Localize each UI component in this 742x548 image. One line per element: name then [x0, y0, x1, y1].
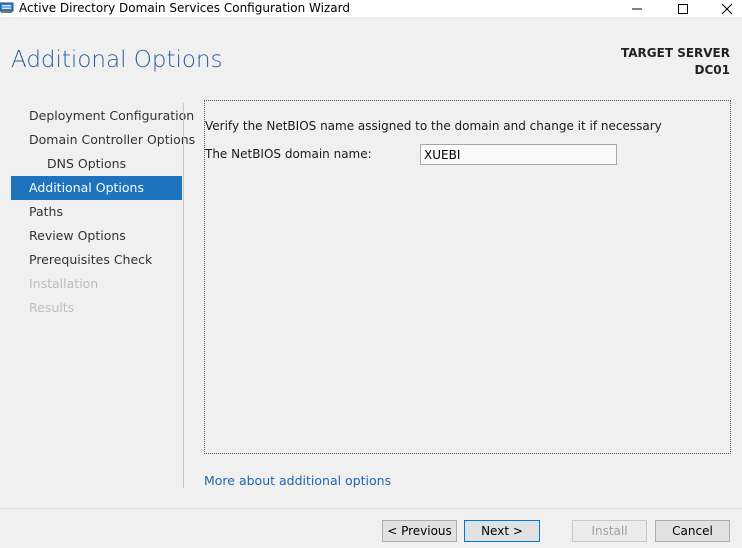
maximize-icon[interactable]	[660, 0, 706, 17]
nav-divider	[183, 103, 184, 488]
wizard-footer: < Previous Next > Install Cancel	[0, 508, 742, 548]
nav-item-paths[interactable]: Paths	[11, 200, 182, 224]
previous-button[interactable]: < Previous	[382, 520, 457, 542]
target-server-name: DC01	[694, 63, 730, 77]
nav-item-installation: Installation	[29, 276, 99, 291]
nav-item-dns-options[interactable]: DNS Options	[11, 152, 182, 176]
netbios-name-field[interactable]	[420, 144, 617, 165]
nav-item-additional-options[interactable]: Additional Options	[11, 176, 182, 200]
more-about-options-link[interactable]: More about additional options	[204, 473, 391, 488]
target-server-label: TARGET SERVER	[621, 46, 730, 60]
wizard-nav: Deployment Configuration Domain Controll…	[11, 104, 195, 320]
nav-item-prerequisites-check[interactable]: Prerequisites Check	[11, 248, 182, 272]
install-button: Install	[572, 520, 647, 542]
nav-item-review-options[interactable]: Review Options	[11, 224, 182, 248]
wizard-header: Additional Options TARGET SERVER DC01	[0, 17, 742, 92]
nav-item-results: Results	[29, 300, 75, 315]
server-manager-icon	[0, 2, 14, 14]
window-title: Active Directory Domain Services Configu…	[19, 1, 350, 15]
options-panel: Verify the NetBIOS name assigned to the …	[204, 100, 731, 454]
nav-item-domain-controller-options[interactable]: Domain Controller Options	[11, 128, 195, 152]
close-icon[interactable]	[704, 0, 742, 17]
cancel-button[interactable]: Cancel	[655, 520, 730, 542]
instruction-text: Verify the NetBIOS name assigned to the …	[205, 119, 662, 133]
nav-item-deployment-configuration[interactable]: Deployment Configuration	[11, 104, 194, 128]
next-button[interactable]: Next >	[464, 520, 540, 542]
netbios-label: The NetBIOS domain name:	[205, 147, 372, 161]
wizard-body: Deployment Configuration Domain Controll…	[0, 92, 742, 508]
title-bar: Active Directory Domain Services Configu…	[0, 0, 742, 17]
minimize-icon[interactable]	[614, 0, 660, 17]
page-title: Additional Options	[11, 47, 223, 73]
